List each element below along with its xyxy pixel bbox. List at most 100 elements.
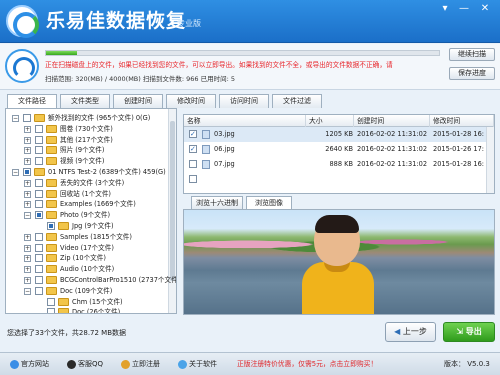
version-label: 版本： V5.0.3 <box>444 360 490 368</box>
tree-item-checkbox[interactable] <box>47 297 55 306</box>
expand-icon[interactable]: + <box>24 179 31 187</box>
column-modified[interactable]: 修改时间 <box>430 115 494 127</box>
expand-icon[interactable]: + <box>24 158 31 166</box>
tree-item-checkbox[interactable] <box>35 286 43 295</box>
file-row[interactable]: 07.jpg 888 KB 2016-02-02 11:31:02 2015-01-2… <box>184 157 486 172</box>
tree-item-checkbox[interactable] <box>35 135 43 144</box>
file-modified: 2015-01-28 16: <box>433 130 485 138</box>
tree-item-checkbox[interactable] <box>35 254 43 263</box>
file-row[interactable]: 03.jpg 1205 KB 2016-02-02 11:31:02 2015-01-… <box>184 127 486 142</box>
qq-support-link[interactable]: 客服QQ <box>67 359 103 370</box>
tree-item-checkbox[interactable] <box>35 189 43 198</box>
close-button[interactable]: ✕ <box>477 3 493 15</box>
expand-icon[interactable]: + <box>24 125 31 133</box>
promo-link[interactable]: 正版注册特价优惠，仅需5元，点击立即购买！ <box>237 359 377 370</box>
website-label: 官方网站 <box>21 360 49 368</box>
collapse-icon[interactable]: − <box>24 287 31 295</box>
file-list-scrollbar[interactable] <box>486 127 494 193</box>
file-size: 888 KB <box>329 160 353 168</box>
tab-modified-time[interactable]: 修改时间 <box>166 94 216 108</box>
expand-icon[interactable]: + <box>24 190 31 198</box>
file-row[interactable] <box>184 172 486 187</box>
expand-icon[interactable]: + <box>24 233 31 241</box>
continue-scan-button[interactable]: 继续扫描 <box>449 48 495 61</box>
preview-child-hair <box>315 215 359 233</box>
register-link[interactable]: 立即注册 <box>121 359 160 370</box>
expand-icon[interactable]: + <box>24 136 31 144</box>
selection-status: 您选择了33个文件，共28.72 MB数据 <box>7 329 127 337</box>
folder-icon <box>46 189 57 198</box>
file-modified: 2015-01-26 17: <box>433 145 485 153</box>
tree-item[interactable]: Doc (26个文件) <box>6 306 168 314</box>
folder-icon <box>34 114 45 122</box>
tree-item-checkbox[interactable] <box>35 232 43 241</box>
file-list: 名称 大小 创建时间 修改时间 03.jpg 1205 KB 2016-02-02 … <box>183 114 495 194</box>
tree-item-checkbox[interactable] <box>35 243 43 252</box>
folder-icon <box>46 211 57 220</box>
tree-item-checkbox[interactable] <box>35 146 43 155</box>
folder-icon <box>46 265 57 274</box>
tree-item-checkbox[interactable] <box>35 211 43 220</box>
expand-icon[interactable]: + <box>24 244 31 252</box>
tree-item-checkbox[interactable] <box>35 200 43 209</box>
file-row-checkbox[interactable] <box>189 160 197 168</box>
tree-item-checkbox[interactable] <box>35 276 43 284</box>
tree-item-checkbox[interactable] <box>35 124 43 133</box>
tree-item-checkbox[interactable] <box>47 222 55 230</box>
tree-item-checkbox[interactable] <box>23 168 31 176</box>
tab-image-preview[interactable]: 浏览图像 <box>246 196 292 209</box>
collapse-icon[interactable]: − <box>12 115 19 122</box>
key-icon <box>121 359 130 369</box>
tab-hex-preview[interactable]: 浏览十六进制 <box>191 196 243 209</box>
expand-icon[interactable]: + <box>24 266 31 274</box>
tab-file-filter[interactable]: 文件过滤 <box>272 94 322 108</box>
folder-icon <box>46 178 57 187</box>
prev-step-button[interactable]: ◀ 上一步 <box>385 322 436 342</box>
folder-icon <box>46 243 57 252</box>
file-row-checkbox[interactable] <box>189 175 197 183</box>
folder-icon <box>58 308 69 313</box>
file-row[interactable]: 06.jpg 2640 KB 2016-02-02 11:31:02 2015-01-… <box>184 142 486 157</box>
folder-tree[interactable]: − 额外找到的文件 (965个文件) 0(G) + 图卷 (730个文件) + 其他 (2… <box>5 108 177 314</box>
save-progress-button[interactable]: 保存进度 <box>449 67 495 80</box>
tree-item-label: Doc (26个文件) <box>72 308 121 314</box>
tree-item-checkbox[interactable] <box>23 114 31 122</box>
expand-icon[interactable]: + <box>24 255 31 263</box>
tree-scroll-thumb[interactable] <box>170 121 175 281</box>
tree-item-checkbox[interactable] <box>35 265 43 274</box>
image-file-icon <box>202 160 210 169</box>
collapse-icon[interactable]: − <box>24 212 31 220</box>
file-name: 06.jpg <box>214 145 235 153</box>
title-bar: 乐易佳数据恢复 专业版 ▾ — ✕ <box>0 0 500 43</box>
tab-file-type[interactable]: 文件类型 <box>60 94 110 108</box>
folder-icon <box>46 146 57 155</box>
image-file-icon <box>202 130 210 139</box>
expand-icon[interactable]: + <box>24 147 31 155</box>
tree-item-checkbox[interactable] <box>35 157 43 166</box>
column-created[interactable]: 创建时间 <box>354 115 430 127</box>
column-size[interactable]: 大小 <box>306 115 354 127</box>
about-link[interactable]: 关于软件 <box>178 359 217 370</box>
folder-icon <box>58 222 69 230</box>
website-link[interactable]: 官方网站 <box>10 359 49 370</box>
expand-icon[interactable]: + <box>24 277 31 284</box>
folder-icon <box>58 297 69 306</box>
menu-dropdown-icon[interactable]: ▾ <box>437 3 453 15</box>
prev-step-label: 上一步 <box>402 327 427 336</box>
app-edition: 专业版 <box>177 19 201 28</box>
tab-file-path[interactable]: 文件路径 <box>7 94 57 109</box>
tab-created-time[interactable]: 创建时间 <box>113 94 163 108</box>
tree-item-checkbox[interactable] <box>35 178 43 187</box>
file-created: 2016-02-02 11:31:02 <box>357 130 428 138</box>
file-row-checkbox[interactable] <box>189 142 197 157</box>
column-name[interactable]: 名称 <box>184 115 306 127</box>
expand-icon[interactable]: + <box>24 201 31 209</box>
collapse-icon[interactable]: − <box>12 169 19 176</box>
minimize-button[interactable]: — <box>456 3 472 15</box>
export-button[interactable]: ⇲ 导出 <box>443 322 495 342</box>
tab-access-time[interactable]: 访问时间 <box>219 94 269 108</box>
folder-icon <box>46 286 57 295</box>
footer-bar: 官方网站 客服QQ 立即注册 关于软件 正版注册特价优惠，仅需5元，点击立即购买… <box>0 352 500 375</box>
file-row-checkbox[interactable] <box>189 127 197 142</box>
tree-item-checkbox[interactable] <box>47 308 55 313</box>
